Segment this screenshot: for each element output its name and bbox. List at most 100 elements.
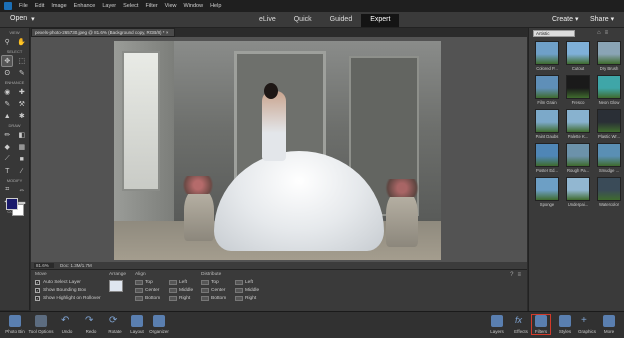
pencil-tool-icon[interactable]: ∕ <box>17 166 27 176</box>
filters-button[interactable]: Filters <box>531 314 551 335</box>
more-button[interactable]: More <box>596 315 622 334</box>
highlight-rollover-checkbox[interactable]: ✓ Show Highlight on Rollover <box>35 296 101 301</box>
distribute-left-button[interactable]: Left <box>235 280 269 285</box>
menu-file[interactable]: File <box>19 3 28 9</box>
filter-thumbnail[interactable]: Film Grain <box>533 75 561 105</box>
share-button[interactable]: Share ▾ <box>590 15 614 23</box>
redo-button[interactable]: ↷ Redo <box>78 315 104 334</box>
menu-layer[interactable]: Layer <box>102 3 116 9</box>
filter-thumbnail[interactable]: Watercolor <box>595 177 623 207</box>
photo-bin-button[interactable]: Photo Bin <box>2 315 28 334</box>
arrange-options: Arrange <box>109 272 126 292</box>
hand-tool-icon[interactable]: ✋ <box>17 37 27 47</box>
eraser-tool-icon[interactable]: ◧ <box>17 130 27 140</box>
quick-select-icon[interactable]: ✎ <box>17 68 27 78</box>
align-left-button[interactable]: Left <box>169 280 203 285</box>
bottom-bar: Photo Bin Tool Options ↶ Undo ↷ Redo ⟳ Rota… <box>0 311 624 338</box>
clone-stamp-icon[interactable]: ⚒ <box>17 99 27 109</box>
menu-filter[interactable]: Filter <box>145 3 157 9</box>
distribute-top-button[interactable]: Top <box>201 280 235 285</box>
status-bar: 81.6% Doc: 1.3M/1.7M <box>31 262 527 269</box>
menu-select[interactable]: Select <box>123 3 138 9</box>
menu-image[interactable]: Image <box>51 3 66 9</box>
menu-window[interactable]: Window <box>184 3 204 9</box>
align-middle-button[interactable]: Middle <box>169 288 203 293</box>
eyedropper-icon[interactable]: ⟋ <box>2 154 12 164</box>
tab-elive[interactable]: eLive <box>250 14 285 27</box>
open-button[interactable]: Open ▾ <box>10 15 35 23</box>
filter-thumbnail[interactable]: Smudge ... <box>595 143 623 173</box>
filter-category-select[interactable]: Artistic <box>533 29 575 37</box>
align-right-button[interactable]: Right <box>169 296 203 301</box>
gradient-tool-icon[interactable]: ▦ <box>17 142 27 152</box>
tool-options-button[interactable]: Tool Options <box>28 315 54 334</box>
arrange-icon[interactable] <box>109 280 123 292</box>
canvas-area[interactable] <box>31 37 527 262</box>
align-bottom-button[interactable]: Bottom <box>135 296 169 301</box>
undo-icon: ↶ <box>61 315 70 326</box>
marquee-tool-icon[interactable]: ⬚ <box>17 56 27 66</box>
text-tool-icon[interactable]: T <box>2 166 12 176</box>
foreground-color-swatch[interactable] <box>6 198 18 210</box>
document-tab[interactable]: pexels-photo-265730.jpeg @ 81.6% (Backgr… <box>31 28 175 37</box>
menu-enhance[interactable]: Enhance <box>74 3 96 9</box>
filter-thumbnail[interactable]: Underpai... <box>564 177 592 207</box>
distribute-bottom-button[interactable]: Bottom <box>201 296 235 301</box>
distribute-right-button[interactable]: Right <box>235 296 269 301</box>
filter-thumbnail[interactable]: Palette K... <box>564 109 592 139</box>
menu-edit[interactable]: Edit <box>35 3 44 9</box>
lasso-tool-icon[interactable]: ʘ <box>2 68 12 78</box>
filter-thumbnail[interactable]: Poster Ed... <box>533 143 561 173</box>
help-icon[interactable]: ? <box>510 272 513 278</box>
filters-panel: Artistic ⌂ ≡ Colored P... Cutout Dry Brush… <box>528 28 624 311</box>
recompose-tool-icon[interactable]: ⇔ <box>17 185 27 195</box>
blur-tool-icon[interactable]: ▲ <box>2 111 12 121</box>
home-icon[interactable]: ⌂ <box>597 30 601 36</box>
arrange-title: Arrange <box>109 272 127 277</box>
filter-thumbnail[interactable]: Plastic Wr... <box>595 109 623 139</box>
undo-button[interactable]: ↶ Undo <box>54 315 80 334</box>
eye-tool-icon[interactable]: ◉ <box>2 87 12 97</box>
panel-menu-icon[interactable]: ≡ <box>605 30 609 36</box>
filter-thumbnail[interactable]: Neon Glow <box>595 75 623 105</box>
menu-help[interactable]: Help <box>210 3 221 9</box>
organizer-button[interactable]: Organizer <box>146 315 172 334</box>
filter-thumbnail[interactable]: Fresco <box>564 75 592 105</box>
distribute-center-button[interactable]: Center <box>201 288 235 293</box>
paint-bucket-icon[interactable]: ◆ <box>2 142 12 152</box>
effects-button[interactable]: fx Effects <box>508 315 534 334</box>
options-menu-icon[interactable]: ≡ <box>517 272 521 278</box>
spot-heal-icon[interactable]: ✚ <box>17 87 27 97</box>
bounding-box-checkbox[interactable]: ✓ Show Bounding Box <box>35 288 101 293</box>
shape-tool-icon[interactable]: ■ <box>17 154 27 164</box>
document-photo[interactable] <box>114 41 441 260</box>
align-top-button[interactable]: Top <box>135 280 169 285</box>
layers-button[interactable]: Layers <box>484 315 510 334</box>
section-view: VIEW <box>9 30 20 35</box>
create-button[interactable]: Create ▾ <box>552 15 578 23</box>
distribute-title: Distribute <box>201 272 222 277</box>
tab-guided[interactable]: Guided <box>321 14 362 27</box>
filter-label: Rough Pa... <box>566 168 590 173</box>
auto-select-checkbox[interactable]: ✓ Auto Select Layer <box>35 280 101 285</box>
filter-thumbnail[interactable]: Dry Brush <box>595 41 623 71</box>
smart-brush-icon[interactable]: ✎ <box>2 99 12 109</box>
sponge-tool-icon[interactable]: ✱ <box>17 111 27 121</box>
zoom-level[interactable]: 81.6% <box>34 263 54 268</box>
filter-thumbnail[interactable]: Colored P... <box>533 41 561 71</box>
crop-tool-icon[interactable]: ⌗ <box>2 185 12 195</box>
menu-view[interactable]: View <box>165 3 177 9</box>
filter-thumbnail[interactable]: Paint Daubs <box>533 109 561 139</box>
tab-quick[interactable]: Quick <box>285 14 321 27</box>
brush-tool-icon[interactable]: ✏ <box>2 130 12 140</box>
move-tool-icon[interactable]: ✥ <box>1 55 14 67</box>
filter-preview-image <box>566 75 590 99</box>
filter-thumbnail[interactable]: Cutout <box>564 41 592 71</box>
close-icon[interactable]: × <box>166 30 169 35</box>
filter-thumbnail[interactable]: Rough Pa... <box>564 143 592 173</box>
align-center-button[interactable]: Center <box>135 288 169 293</box>
zoom-tool-icon[interactable]: ⚲ <box>2 37 12 47</box>
tab-expert[interactable]: Expert <box>361 14 400 27</box>
distribute-middle-button[interactable]: Middle <box>235 288 269 293</box>
filter-thumbnail[interactable]: Sponge <box>533 177 561 207</box>
